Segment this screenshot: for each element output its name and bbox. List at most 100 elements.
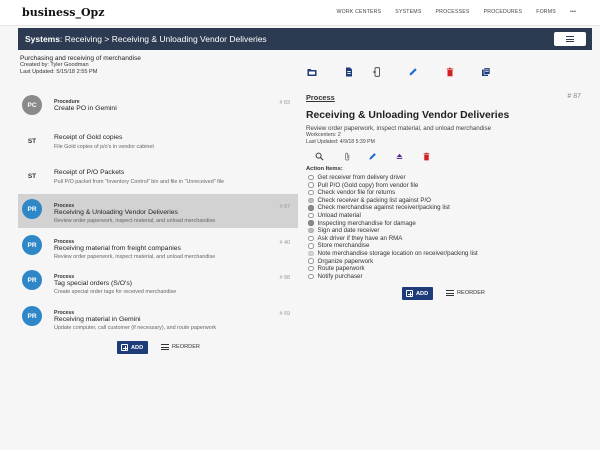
nav-procedures[interactable]: PROCEDURES <box>484 9 523 15</box>
action-item[interactable]: Ask driver if they have an RMA <box>308 235 402 242</box>
nav-forms[interactable]: FORMS <box>536 9 556 15</box>
avatar: PR <box>22 270 42 290</box>
item-number: # 87 <box>279 204 291 210</box>
status-dot-icon[interactable] <box>308 220 314 226</box>
avatar: ST <box>27 137 37 145</box>
list-item[interactable]: ST Receipt of Gold copies File Gold copi… <box>18 126 298 160</box>
list-item[interactable]: ST Receipt of P/O Packets Pull P/O packe… <box>18 161 298 195</box>
status-dot-icon[interactable] <box>308 273 314 280</box>
status-dot-icon[interactable] <box>308 212 314 219</box>
avatar: PC <box>22 95 42 115</box>
nav-processes[interactable]: PROCESSES <box>436 9 470 15</box>
status-dot-icon[interactable] <box>308 243 314 249</box>
action-item[interactable]: Check receiver & packing list against P/… <box>308 197 431 204</box>
detail-number: # 87 <box>567 93 581 100</box>
avatar: PR <box>22 306 42 326</box>
action-item[interactable]: Notify purchaser <box>308 273 363 280</box>
reorder-icon <box>446 290 454 296</box>
status-dot-icon[interactable] <box>308 189 314 196</box>
folder-icon[interactable] <box>307 67 317 77</box>
item-title: Tag special orders (S/O's) <box>54 280 132 287</box>
add-icon <box>406 290 413 297</box>
item-description: File Gold copies of p/o's in vendor cabi… <box>54 144 154 150</box>
reorder-button-label: REORDER <box>457 290 485 296</box>
action-item[interactable]: Route paperwork <box>308 265 365 272</box>
action-item-label: Check merchandise against receiver/packi… <box>317 204 450 212</box>
action-item[interactable]: Note merchandise storage location on rec… <box>308 250 478 257</box>
action-item-label: Organize paperwork <box>317 257 374 265</box>
add-button[interactable]: ADD <box>117 341 149 354</box>
action-item-label: Get receiver from delivery driver <box>317 174 406 181</box>
item-description: Create special order tags for received m… <box>54 289 177 295</box>
brand-logo[interactable]: business_Opz <box>22 6 104 19</box>
item-number: # 88 <box>279 275 291 281</box>
detail-reorder-button[interactable]: REORDER <box>446 290 485 296</box>
action-item-label: Check receiver & packing list against P/… <box>317 196 432 204</box>
reorder-icon <box>161 344 169 350</box>
system-created-by: Created by: Tyler Goodman <box>20 62 89 68</box>
action-item[interactable]: Unload material <box>308 212 361 219</box>
detail-meta: Workcenters: 2 Last Updated: 4/9/18 5:39… <box>306 132 375 146</box>
avatar: PR <box>22 235 42 255</box>
action-item-label: Unload material <box>317 212 361 219</box>
action-item[interactable]: Check merchandise against receiver/packi… <box>308 204 450 211</box>
status-dot-icon[interactable] <box>308 174 314 181</box>
detail-kind[interactable]: Process <box>306 93 335 102</box>
status-dot-icon[interactable] <box>308 182 314 188</box>
action-item[interactable]: Store merchandise <box>308 242 369 249</box>
action-item[interactable]: Inspecting merchandise for damage <box>308 220 416 227</box>
detail-last-updated: Last Updated: 4/9/18 5:39 PM <box>306 139 375 145</box>
action-item-label: Ask driver if they have an RMA <box>317 234 403 242</box>
mobile-icon[interactable] <box>372 67 382 77</box>
system-meta: Purchasing and receiving of merchandise … <box>20 55 141 76</box>
item-number: # 83 <box>279 100 291 106</box>
add-button-label: ADD <box>131 344 144 351</box>
search-icon[interactable] <box>315 152 324 161</box>
reorder-button[interactable]: REORDER <box>161 344 200 350</box>
action-item[interactable]: Get receiver from delivery driver <box>308 174 406 181</box>
avatar: PR <box>22 199 42 219</box>
list-item[interactable]: PC Procedure Create PO in Gemini # 83 <box>18 90 298 124</box>
add-button-label: ADD <box>416 290 429 297</box>
list-item[interactable]: PR Process Receiving material in Gemini … <box>18 301 298 335</box>
action-item-label: Store merchandise <box>317 242 370 250</box>
item-title: Receipt of Gold copies <box>54 134 123 141</box>
nav-more-menu[interactable]: ••• <box>570 9 576 15</box>
delete-icon[interactable] <box>422 152 431 161</box>
nav-work-centers[interactable]: WORK CENTERS <box>337 9 382 15</box>
action-item[interactable]: Pull P/O (Gold copy) from vendor file <box>308 182 418 189</box>
attachment-icon[interactable] <box>343 152 352 161</box>
copy-icon[interactable] <box>481 67 491 77</box>
detail-toolbar <box>315 152 440 162</box>
action-item-label: Notify purchaser <box>317 272 363 280</box>
status-dot-icon[interactable] <box>308 258 314 264</box>
menu-button[interactable] <box>554 32 586 46</box>
detail-description: Review order paperwork, inspect material… <box>306 125 492 132</box>
detail-workcenters: Workcenters: 2 <box>306 132 341 138</box>
status-dot-icon[interactable] <box>308 250 314 257</box>
breadcrumb-path: : Receiving > Receiving & Unloading Vend… <box>59 34 267 44</box>
action-item[interactable]: Sign and date receiver <box>308 227 379 234</box>
nav-systems[interactable]: SYSTEMS <box>395 9 421 15</box>
action-item-label: Sign and date receiver <box>317 227 380 235</box>
list-item[interactable]: PR Process Tag special orders (S/O's) Cr… <box>18 265 298 299</box>
edit-icon[interactable] <box>368 152 377 161</box>
action-item[interactable]: Check vendor file for returns <box>308 189 395 196</box>
eject-icon[interactable] <box>395 152 404 161</box>
item-description: Review order paperwork, inspect material… <box>54 254 216 260</box>
status-dot-icon[interactable] <box>308 227 314 234</box>
list-item-selected[interactable]: PR Process Receiving & Unloading Vendor … <box>18 194 298 228</box>
action-item-label: Pull P/O (Gold copy) from vendor file <box>317 181 419 189</box>
status-dot-icon[interactable] <box>308 265 314 272</box>
status-dot-icon[interactable] <box>308 235 314 242</box>
reorder-button-label: REORDER <box>172 344 200 350</box>
edit-icon[interactable] <box>408 67 418 77</box>
list-item[interactable]: PR Process Receiving material from freig… <box>18 230 298 264</box>
breadcrumb-section[interactable]: Systems <box>25 34 60 44</box>
delete-icon[interactable] <box>445 67 455 77</box>
action-item[interactable]: Organize paperwork <box>308 258 373 265</box>
status-dot-icon[interactable] <box>308 205 314 211</box>
detail-add-button[interactable]: ADD <box>402 287 434 300</box>
status-dot-icon[interactable] <box>308 197 314 204</box>
document-icon[interactable] <box>344 67 354 77</box>
